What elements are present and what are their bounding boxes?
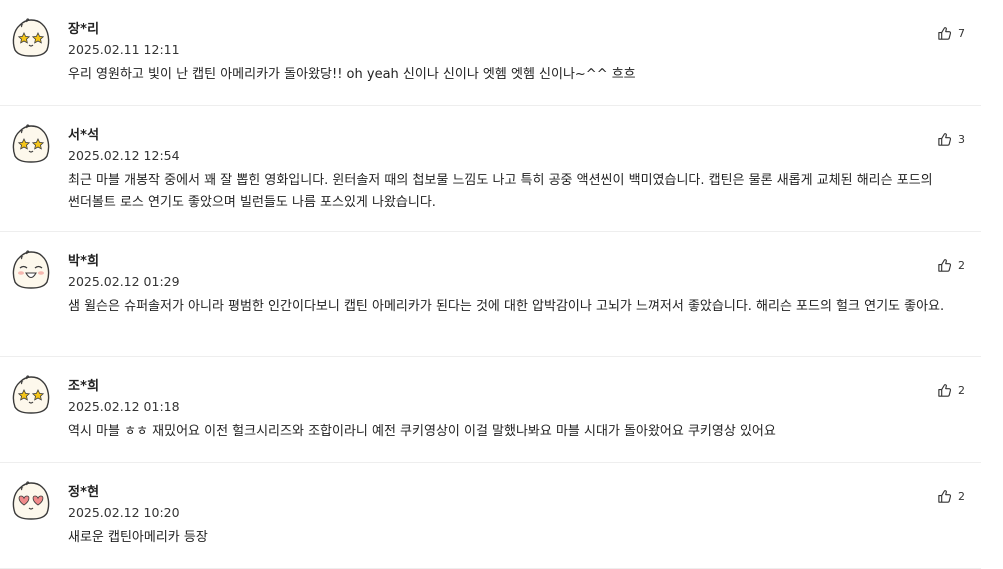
smiley-star-eyes-icon — [8, 120, 54, 166]
review-date: 2025.02.12 01:29 — [68, 274, 180, 289]
like-count: 2 — [958, 490, 965, 503]
reviewer-name: 정*현 — [68, 485, 100, 500]
review-item: 장*리 2025.02.11 12:11 우리 영원하고 빛이 난 캡틴 아메리… — [0, 0, 981, 106]
reviewer-name: 장*리 — [68, 22, 100, 37]
like-button[interactable]: 3 — [937, 132, 965, 147]
like-button[interactable]: 2 — [937, 489, 965, 504]
smiley-heart-eyes-icon — [8, 477, 54, 523]
reviewer-name: 박*희 — [68, 254, 100, 269]
smiley-star-eyes-icon — [8, 371, 54, 417]
smiley-laughing-icon — [8, 246, 54, 292]
thumbs-up-icon — [937, 132, 952, 147]
review-date: 2025.02.12 01:18 — [68, 399, 180, 414]
thumbs-up-icon — [937, 26, 952, 41]
review-item: 조*희 2025.02.12 01:18 역시 마블 ㅎㅎ 재밌어요 이전 헐크… — [0, 357, 981, 463]
review-text: 샘 윌슨은 슈퍼솔저가 아니라 평범한 인간이다보니 캡틴 아메리카가 된다는 … — [68, 299, 945, 314]
review-text: 새로운 캡틴아메리카 등장 — [68, 530, 208, 545]
like-button[interactable]: 2 — [937, 383, 965, 398]
smiley-star-eyes-icon — [8, 14, 54, 60]
review-item: 서*석 2025.02.12 12:54 최근 마블 개봉작 중에서 꽤 잘 뽑… — [0, 106, 981, 232]
review-text: 우리 영원하고 빛이 난 캡틴 아메리카가 돌아왔당!! oh yeah 신이나… — [68, 67, 636, 82]
review-date: 2025.02.12 10:20 — [68, 505, 180, 520]
like-count: 3 — [958, 133, 965, 146]
review-list: 장*리 2025.02.11 12:11 우리 영원하고 빛이 난 캡틴 아메리… — [0, 0, 981, 569]
thumbs-up-icon — [937, 489, 952, 504]
review-item: 정*현 2025.02.12 10:20 새로운 캡틴아메리카 등장 2 — [0, 463, 981, 569]
like-count: 2 — [958, 384, 965, 397]
review-text: 역시 마블 ㅎㅎ 재밌어요 이전 헐크시리즈와 조합이라니 예전 쿠키영상이 이… — [68, 424, 776, 439]
like-count: 2 — [958, 259, 965, 272]
thumbs-up-icon — [937, 258, 952, 273]
review-text: 최근 마블 개봉작 중에서 꽤 잘 뽑힌 영화입니다. 윈터솔저 때의 첩보물 … — [68, 173, 933, 210]
like-button[interactable]: 2 — [937, 258, 965, 273]
review-date: 2025.02.11 12:11 — [68, 42, 180, 57]
reviewer-name: 서*석 — [68, 128, 100, 143]
like-count: 7 — [958, 27, 965, 40]
review-date: 2025.02.12 12:54 — [68, 148, 180, 163]
like-button[interactable]: 7 — [937, 26, 965, 41]
thumbs-up-icon — [937, 383, 952, 398]
review-item: 박*희 2025.02.12 01:29 샘 윌슨은 슈퍼솔저가 아니라 평범한… — [0, 232, 981, 357]
reviewer-name: 조*희 — [68, 379, 100, 394]
